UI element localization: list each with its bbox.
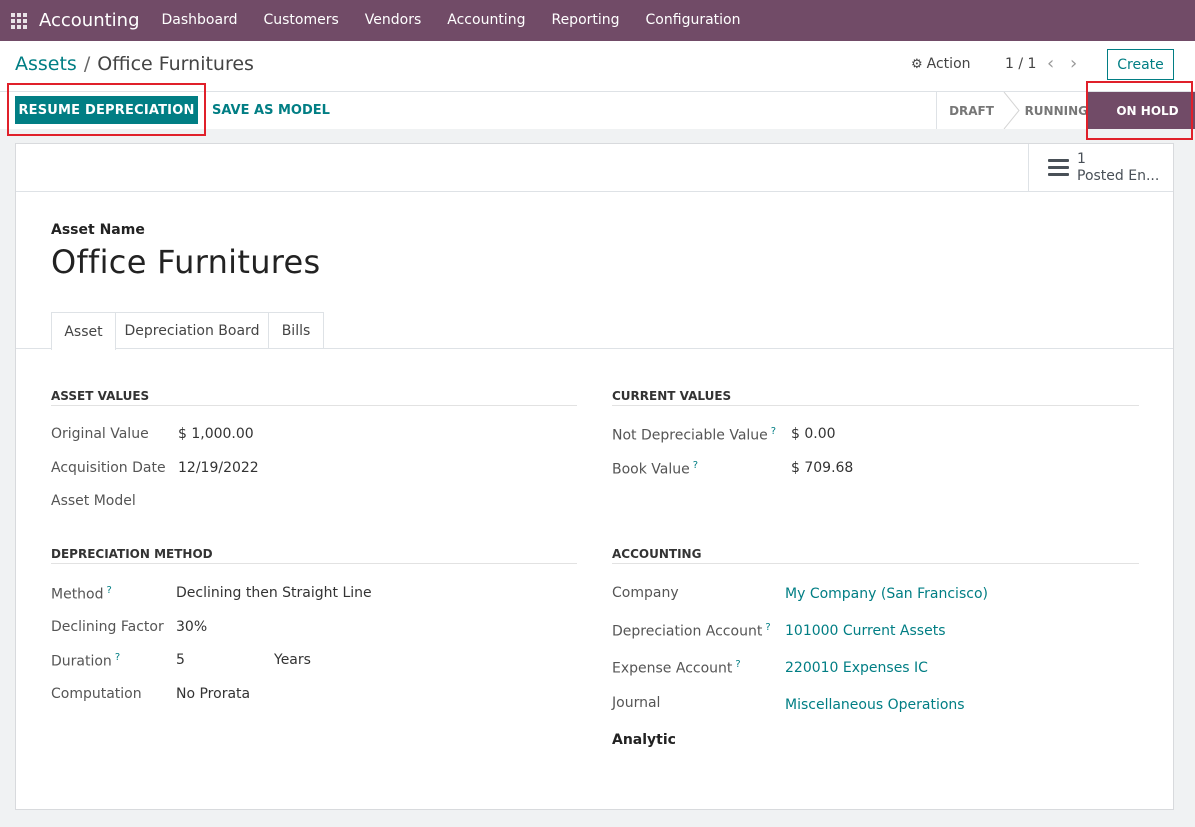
declining-factor-label: Declining Factor <box>51 619 164 635</box>
accounting-title: ACCOUNTING <box>612 547 1139 564</box>
tab-bills[interactable]: Bills <box>268 312 324 349</box>
tab-bar: Asset Depreciation Board Bills <box>16 312 1173 350</box>
form-sheet: 1 Posted En... Asset Name Office Furnitu… <box>15 143 1174 810</box>
asset-values-title: ASSET VALUES <box>51 389 577 406</box>
duration-value[interactable]: 5 <box>176 652 185 668</box>
duration-label: Duration? <box>51 652 121 670</box>
status-bar: DRAFT RUNNING ON HOLD <box>936 92 1195 129</box>
journal-link[interactable]: Miscellaneous Operations <box>785 697 965 713</box>
help-icon[interactable]: ? <box>735 659 740 670</box>
breadcrumb-current: Office Furnitures <box>97 53 254 75</box>
posted-entries-button[interactable]: 1 Posted En... <box>1028 144 1173 191</box>
top-navbar: Accounting Dashboard Customers Vendors A… <box>0 0 1195 41</box>
help-icon[interactable]: ? <box>765 622 770 633</box>
smart-button-box: 1 Posted En... <box>16 144 1173 192</box>
depreciation-account-link[interactable]: 101000 Current Assets <box>785 623 946 639</box>
expense-account-label: Expense Account? <box>612 659 741 677</box>
action-button[interactable]: ⚙ Action <box>911 56 971 72</box>
control-panel: Assets / Office Furnitures ⚙ Action 1 / … <box>0 41 1195 129</box>
company-link[interactable]: My Company (San Francisco) <box>785 586 988 602</box>
depreciation-account-label: Depreciation Account? <box>612 622 771 640</box>
menu-accounting[interactable]: Accounting <box>434 0 538 41</box>
posted-entries-count: 1 <box>1077 150 1086 167</box>
bars-icon <box>1048 159 1069 176</box>
chevron-left-icon[interactable]: ‹ <box>1047 53 1054 74</box>
breadcrumb-assets[interactable]: Assets <box>15 53 77 75</box>
help-icon[interactable]: ? <box>771 426 776 437</box>
menu-reporting[interactable]: Reporting <box>538 0 632 41</box>
resume-depreciation-button[interactable]: RESUME DEPRECIATION <box>15 96 198 124</box>
asset-name-label: Asset Name <box>51 222 145 238</box>
breadcrumb: Assets / Office Furnitures <box>15 53 254 75</box>
declining-factor-value[interactable]: 30% <box>176 619 207 635</box>
create-button[interactable]: Create <box>1107 49 1174 80</box>
depreciation-method-title: DEPRECIATION METHOD <box>51 547 577 564</box>
stage-arrow-icon <box>1086 92 1106 129</box>
main-menu: Dashboard Customers Vendors Accounting R… <box>149 0 754 41</box>
chevron-right-icon[interactable]: › <box>1070 53 1077 74</box>
computation-value[interactable]: No Prorata <box>176 686 250 702</box>
menu-customers[interactable]: Customers <box>250 0 351 41</box>
not-depreciable-label: Not Depreciable Value? <box>612 426 777 444</box>
book-value-label: Book Value? <box>612 460 699 478</box>
menu-vendors[interactable]: Vendors <box>352 0 434 41</box>
gear-icon: ⚙ <box>911 56 923 72</box>
stage-separator-icon <box>1003 92 1020 129</box>
stage-draft[interactable]: DRAFT <box>936 92 1006 129</box>
book-value: $ 709.68 <box>791 460 854 476</box>
action-label: Action <box>926 56 971 72</box>
tab-depreciation-board[interactable]: Depreciation Board <box>115 312 269 349</box>
menu-configuration[interactable]: Configuration <box>633 0 754 41</box>
menu-dashboard[interactable]: Dashboard <box>149 0 251 41</box>
app-brand[interactable]: Accounting <box>39 10 140 31</box>
original-value[interactable]: $ 1,000.00 <box>178 426 254 442</box>
breadcrumb-separator: / <box>83 53 91 75</box>
asset-name-field[interactable]: Office Furnitures <box>51 243 321 281</box>
method-value[interactable]: Declining then Straight Line <box>176 585 372 601</box>
help-icon[interactable]: ? <box>107 585 112 596</box>
method-label: Method? <box>51 585 112 603</box>
apps-grid-icon[interactable] <box>11 12 27 29</box>
expense-account-link[interactable]: 220010 Expenses IC <box>785 660 928 676</box>
original-value-label: Original Value <box>51 426 149 442</box>
company-label: Company <box>612 585 679 601</box>
tab-asset[interactable]: Asset <box>51 312 116 350</box>
asset-model-label: Asset Model <box>51 493 136 509</box>
acquisition-date-label: Acquisition Date <box>51 460 166 476</box>
help-icon[interactable]: ? <box>115 652 120 663</box>
save-as-model-button[interactable]: SAVE AS MODEL <box>212 96 330 124</box>
not-depreciable-value[interactable]: $ 0.00 <box>791 426 836 442</box>
help-icon[interactable]: ? <box>693 460 698 471</box>
pager-value[interactable]: 1 / 1 <box>1005 56 1036 72</box>
analytic-label: Analytic <box>612 732 676 748</box>
acquisition-date[interactable]: 12/19/2022 <box>178 460 259 476</box>
computation-label: Computation <box>51 686 142 702</box>
duration-unit[interactable]: Years <box>274 652 311 668</box>
current-values-title: CURRENT VALUES <box>612 389 1139 406</box>
journal-label: Journal <box>612 695 661 711</box>
posted-entries-label: Posted En... <box>1077 167 1160 184</box>
